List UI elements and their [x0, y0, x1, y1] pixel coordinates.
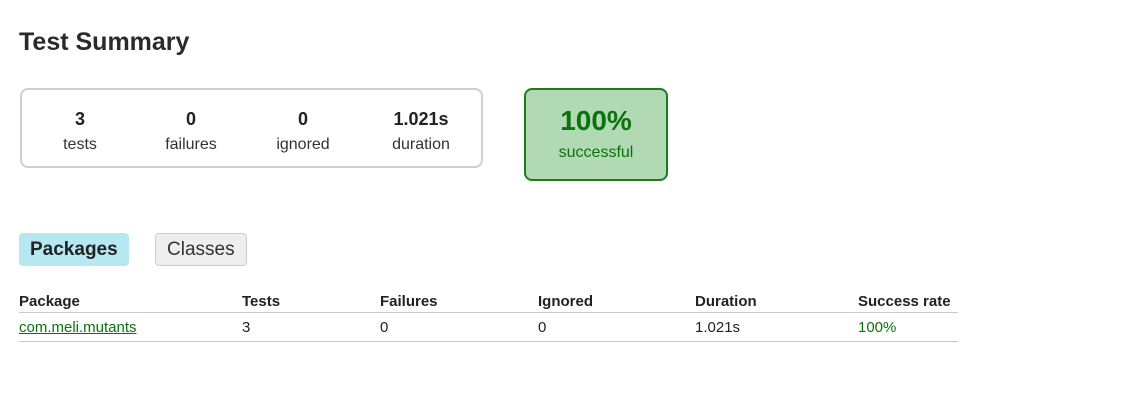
tests-label: tests	[63, 136, 97, 153]
duration-value: 1.021s	[393, 109, 449, 129]
packages-table: Package Tests Failures Ignored Duration …	[19, 290, 958, 342]
tests-cell: 3	[242, 312, 380, 342]
duration-label: duration	[392, 136, 450, 153]
success-rate-value: 100%	[560, 105, 632, 136]
package-link[interactable]: com.meli.mutants	[19, 319, 137, 336]
ignored-cell: 0	[538, 312, 695, 342]
column-header-duration: Duration	[695, 290, 858, 313]
tests-count: 3	[74, 109, 85, 129]
ignored-counter: 0 ignored	[248, 108, 358, 155]
column-header-package: Package	[19, 290, 242, 313]
table-header-row: Package Tests Failures Ignored Duration …	[19, 290, 958, 313]
failures-count: 0	[185, 109, 196, 129]
tests-counter: 3 tests	[25, 108, 135, 155]
failures-counter: 0 failures	[136, 108, 246, 155]
column-header-tests: Tests	[242, 290, 380, 313]
column-header-success-rate: Success rate	[858, 290, 958, 313]
ignored-count: 0	[297, 109, 308, 129]
package-cell: com.meli.mutants	[19, 312, 242, 342]
tab-packages[interactable]: Packages	[19, 233, 129, 266]
success-rate-label: successful	[558, 144, 634, 161]
column-header-failures: Failures	[380, 290, 538, 313]
success-rate-cell: 100%	[858, 312, 958, 342]
summary-counters: 3 tests 0 failures 0 ignored 1.021s dura…	[20, 88, 483, 168]
column-header-ignored: Ignored	[538, 290, 695, 313]
success-rate-box: 100% successful	[524, 88, 668, 181]
ignored-label: ignored	[276, 136, 330, 153]
table-row: com.meli.mutants 3 0 0 1.021s 100%	[19, 312, 958, 342]
page-title: Test Summary	[19, 28, 190, 56]
duration-cell: 1.021s	[695, 312, 858, 342]
failures-cell: 0	[380, 312, 538, 342]
duration-counter: 1.021s duration	[366, 108, 476, 155]
failures-label: failures	[165, 136, 217, 153]
tab-classes[interactable]: Classes	[155, 233, 247, 266]
